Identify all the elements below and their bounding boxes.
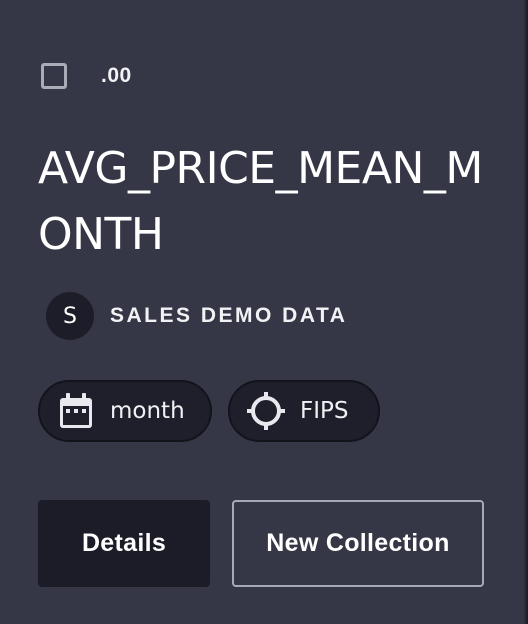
new-collection-button[interactable]: New Collection [232,500,484,587]
chip-fips[interactable]: FIPS [228,380,380,442]
format-label: .00 [101,64,132,87]
variable-card: .00 AVG_PRICE_MEAN_MONTH S SALES DEMO DA… [0,0,526,624]
chip-fips-label: FIPS [300,398,349,424]
details-button[interactable]: Details [38,500,210,587]
chip-month[interactable]: month [38,380,212,442]
source-label: SALES DEMO DATA [110,304,348,327]
source-avatar: S [46,292,94,340]
source-link[interactable]: S SALES DEMO DATA [46,292,347,340]
chip-month-label: month [110,398,185,424]
variable-title: AVG_PRICE_MEAN_MONTH [38,143,483,260]
calendar-icon [56,391,96,431]
select-checkbox[interactable] [41,63,67,89]
crosshair-icon [246,391,286,431]
